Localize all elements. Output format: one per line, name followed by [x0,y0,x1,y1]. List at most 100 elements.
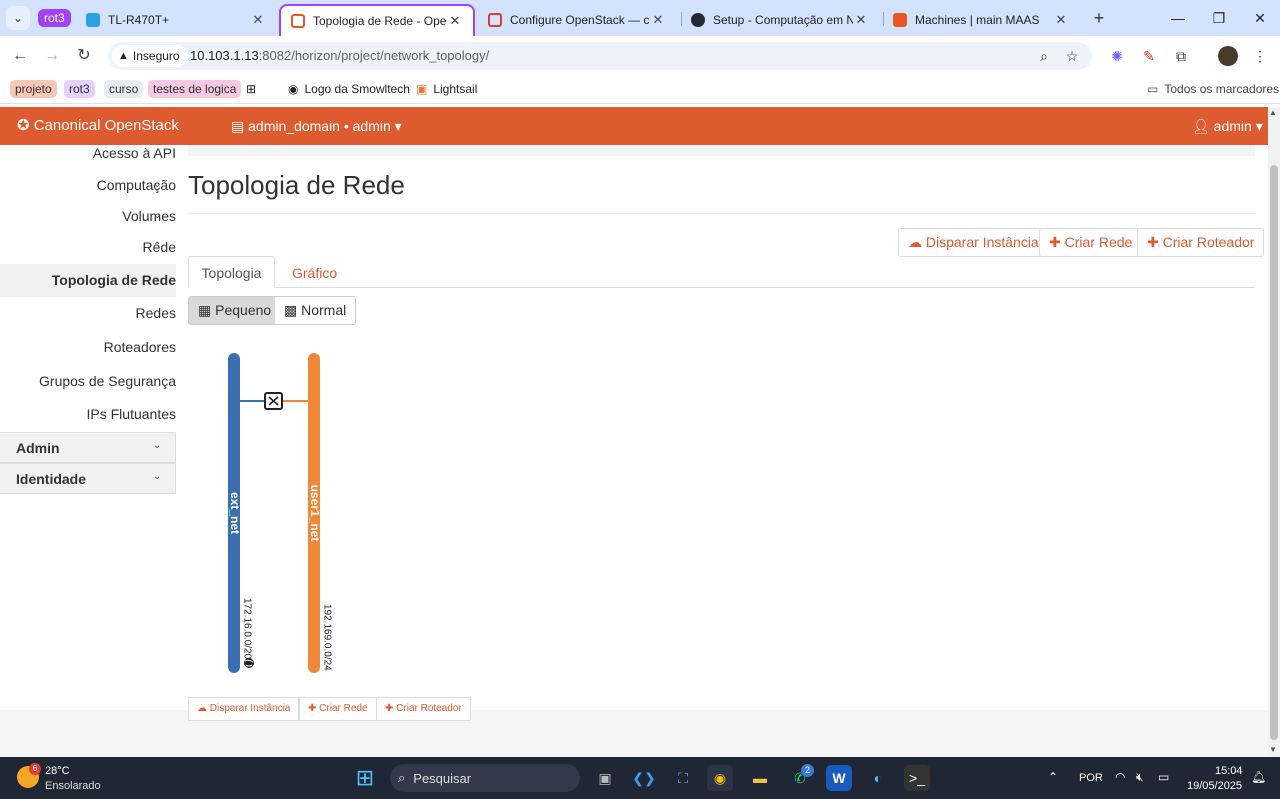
openstack-header [0,107,1268,145]
browser-tab[interactable]: Machines | main MAAS ✕ [883,4,1079,36]
browser-tab[interactable]: TL-R470T+ ✕ [76,4,276,36]
windows-start-icon[interactable]: ⊞ [352,765,378,791]
sidebar-item-volumes[interactable]: Volumes [122,208,176,224]
globe-icon [244,658,254,668]
caret-down-icon: ▾ [390,118,402,134]
zoom-icon[interactable]: ⌕ [1034,46,1054,66]
wifi-icon[interactable]: ◠ [1115,770,1125,784]
network-cidr-label: 192.169.0.0/24 [321,604,332,671]
bookmark-link[interactable]: ▣ Lightsail [416,80,477,98]
minimize-button[interactable]: — [1166,6,1190,30]
brand-logo[interactable]: ✪ Canonical OpenStack [17,116,179,134]
battery-icon[interactable]: ▭ [1158,770,1169,784]
grid-large-icon: ▩ [284,302,302,318]
view-small-button[interactable]: ▦ Pequeno [188,296,282,325]
page-title: Topologia de Rede [188,170,405,200]
launch-instance-button-small[interactable]: ☁ Disparar Instância [188,697,300,721]
apps-grid-icon[interactable]: ⊞ [246,80,256,98]
more-menu-icon[interactable]: ⋮ [1250,46,1270,66]
vscode-icon[interactable]: ❮❯ [631,765,657,791]
folder-icon: ▭ [1147,82,1159,96]
tabs-divider [188,287,1255,288]
app-icon[interactable]: ◐ [865,765,891,791]
maas-icon [893,13,907,27]
tab-group-label[interactable]: rot3 [38,9,71,27]
file-explorer-icon[interactable]: ▬ [747,765,773,791]
chevron-down-icon: ⌄ [153,179,162,190]
all-bookmarks[interactable]: ▭ Todos os marcadores [1147,80,1279,98]
user-menu[interactable]: 👤︎ admin ▾ [1192,118,1263,135]
tab-topology[interactable]: Topologia [188,256,275,288]
taskbar-search[interactable]: ⌕ Pesquisar [390,764,580,792]
forward-button[interactable]: → [40,44,64,68]
notification-bell-icon[interactable]: 🔔︎ [1251,770,1266,784]
breadcrumb [188,145,1255,156]
scroll-up-icon[interactable]: ▲ [1269,108,1277,117]
network-name-label: user1_net [308,485,322,542]
project-selector[interactable]: ▤ admin_domain • admin ▾ [231,118,402,135]
tab-graph[interactable]: Gráfico [292,265,337,281]
scrollbar-thumb[interactable] [1270,165,1278,740]
launch-instance-button[interactable]: ☁ Disparar Instância [898,228,1049,257]
task-view-icon[interactable]: ▣ [592,765,618,791]
back-button[interactable]: ← [8,44,32,68]
tab-search-button[interactable]: ⌄ [6,6,30,30]
new-tab-button[interactable]: + [1089,6,1109,30]
sidebar-item-api-access[interactable]: Acesso à API [93,145,176,161]
sidebar-item-network-topology[interactable]: Topologia de Rede [52,272,176,288]
close-icon[interactable]: ✕ [250,12,266,28]
sidebar-item-networks[interactable]: Redes [136,305,176,321]
bookmark-group[interactable]: projeto [10,80,57,98]
clock-time[interactable]: 15:04 [1215,765,1243,777]
reload-button[interactable]: ↻ [72,44,96,68]
browser-tab-active[interactable]: Topologia de Rede - OpenSta ✕ [279,4,475,36]
extension-icon[interactable]: ✺ [1107,46,1127,66]
url-text[interactable]: 10.103.1.13:8082/horizon/project/network… [190,48,489,63]
create-router-button[interactable]: ✚ Criar Roteador [1137,228,1265,257]
close-icon[interactable]: ✕ [853,12,869,28]
browser-tab[interactable]: Setup - Computação em Nuv ✕ [681,4,879,36]
bookmark-group[interactable]: rot3 [64,80,95,98]
terminal-icon[interactable]: >_ [904,765,930,791]
sidebar-item-routers[interactable]: Roteadores [104,339,176,355]
close-window-button[interactable]: ✕ [1248,6,1272,30]
create-network-button[interactable]: ✚ Criar Rede [1039,228,1143,257]
view-normal-button[interactable]: ▩ Normal [275,296,357,325]
lightsail-icon: ▣ [416,82,428,96]
cloud-upload-icon: ☁ [197,703,210,714]
star-icon[interactable]: ☆ [1062,46,1082,66]
chevron-up-icon[interactable]: ⌃ [1048,770,1058,784]
chrome-icon[interactable]: ◉ [707,765,733,791]
close-icon[interactable]: ✕ [447,13,463,29]
plus-icon: ✚ [385,703,397,714]
browser-tab[interactable]: Configure OpenStack — char ✕ [478,4,676,36]
avatar[interactable] [1218,46,1238,66]
divider [188,213,1255,214]
speaker-muted-icon[interactable]: 🔇︎ [1136,770,1144,785]
weather-desc: Ensolarado [45,780,101,792]
plus-icon: ✚ [308,703,320,714]
clock-date[interactable]: 19/05/2025 [1187,780,1242,792]
sidebar-item-security-groups[interactable]: Grupos de Segurança [39,373,176,389]
sidebar-item-compute[interactable]: Computação [97,177,176,193]
language-indicator[interactable]: POR [1079,772,1103,784]
pen-extension-icon[interactable]: ✎ [1139,46,1159,66]
word-icon[interactable]: W [826,765,852,791]
puzzle-icon[interactable]: ⧉ [1171,46,1191,66]
bookmark-group[interactable]: testes de logica [148,80,242,98]
network-topology-canvas: ext_net user1_net 172.16.0.0/20 192.169.… [228,353,332,673]
restore-button[interactable]: ❐ [1207,6,1231,30]
create-network-button-small[interactable]: ✚ Criar Rede [299,697,377,721]
scroll-down-icon[interactable]: ▼ [1269,745,1277,754]
sidebar-item-floating-ips[interactable]: IPs Flutuantes [87,406,177,422]
security-chip[interactable]: ▲ Inseguro [112,45,188,67]
bookmark-group[interactable]: curso [104,80,144,98]
bookmark-link[interactable]: ◉ Logo da Smowltech [288,80,410,98]
close-icon[interactable]: ✕ [1053,12,1069,28]
weather-temp[interactable]: 28°C [45,765,70,777]
router-icon[interactable] [264,392,283,410]
close-icon[interactable]: ✕ [650,12,666,28]
project-icon: ▤ [231,118,249,134]
app-icon[interactable]: ⛶ [670,765,696,791]
create-router-button-small[interactable]: ✚ Criar Roteador [376,697,471,721]
